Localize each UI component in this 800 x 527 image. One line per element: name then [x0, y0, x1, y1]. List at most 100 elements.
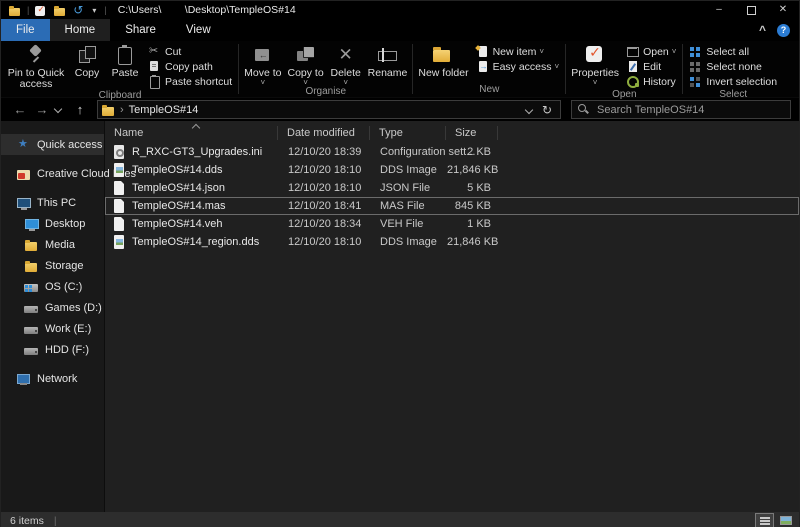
cloud-folder-icon — [16, 167, 32, 181]
tab-share[interactable]: Share — [110, 19, 171, 41]
sidebar-item-quick-access[interactable]: Quick access — [1, 134, 104, 155]
sidebar-item-label: OS (C:) — [45, 281, 82, 293]
ribbon-button-label: Edit — [643, 61, 661, 73]
file-name-cell: TempleOS#14_region.dds — [106, 235, 279, 250]
pin-icon — [24, 43, 48, 67]
tab-file[interactable]: File — [1, 19, 50, 41]
properties-icon — [583, 43, 607, 67]
column-header-label: Size — [455, 127, 476, 139]
sidebar-item-label: Work (E:) — [45, 323, 91, 335]
tab-view[interactable]: View — [171, 19, 226, 41]
details-view-button[interactable] — [755, 513, 774, 527]
sidebar-item-creative-cloud-files[interactable]: Creative Cloud Files — [1, 163, 104, 184]
recent-locations-chevron-icon[interactable] — [54, 104, 62, 112]
column-header-size[interactable]: Size — [446, 126, 498, 140]
address-dropdown-chevron-icon[interactable] — [525, 105, 533, 113]
rename-icon — [376, 43, 400, 67]
size-cell: 1 KB — [447, 218, 499, 230]
column-header-date-modified[interactable]: Date modified — [278, 126, 370, 140]
sidebar-item-games-d[interactable]: Games (D:) — [1, 297, 104, 318]
breadcrumb[interactable]: › TempleOS#14 ↻ — [97, 100, 561, 119]
undo-icon[interactable]: ↺ — [72, 4, 84, 17]
type-cell: Configuration sett... — [371, 146, 447, 158]
os-drive-icon — [24, 280, 40, 294]
sidebar-item-desktop[interactable]: Desktop — [1, 213, 104, 234]
large-icons-view-button[interactable] — [777, 513, 796, 527]
drive-icon — [24, 322, 40, 336]
toolbar-customize-chevron-icon[interactable]: ▾ — [89, 4, 99, 17]
table-row-r-rxc-gt3-upgrades-ini[interactable]: R_RXC-GT3_Upgrades.ini12/10/20 18:39Conf… — [105, 143, 799, 161]
forward-button[interactable]: → — [31, 102, 53, 117]
invert-selection-button[interactable]: Invert selection — [685, 74, 781, 89]
new-folder-button[interactable]: New folder — [415, 41, 471, 79]
paste-shortcut-button[interactable]: Paste shortcut — [144, 74, 236, 89]
pin-to-quick-access-button[interactable]: Pin to Quick access — [4, 41, 68, 90]
doc-img-icon — [113, 235, 126, 250]
table-row-templeos-14-veh[interactable]: TempleOS#14.veh12/10/20 18:34VEH File1 K… — [105, 215, 799, 233]
toolbar-divider: | — [27, 5, 29, 15]
star-icon — [16, 138, 32, 152]
delete-button[interactable]: Delete˅ — [327, 41, 365, 86]
table-row-templeos-14-region-dds[interactable]: TempleOS#14_region.dds12/10/20 18:10DDS … — [105, 233, 799, 251]
ribbon-group-divider — [682, 44, 683, 94]
tab-label: File — [16, 24, 35, 36]
column-header-type[interactable]: Type — [370, 126, 446, 140]
cut-button[interactable]: Cut — [144, 44, 236, 59]
minimize-button[interactable]: – — [703, 1, 735, 19]
rename-button[interactable]: Rename — [365, 41, 411, 79]
sidebar-item-hdd-f[interactable]: HDD (F:) — [1, 339, 104, 360]
content-area: Quick access Creative Cloud Files This PC D… — [1, 121, 799, 512]
table-row-templeos-14-mas[interactable]: TempleOS#14.mas12/10/20 18:41MAS File845… — [105, 197, 799, 215]
delete-icon — [334, 43, 358, 67]
ribbon-tab-strip: File HomeShareView ^ ? — [1, 19, 799, 41]
paste-button[interactable]: Paste — [106, 41, 144, 79]
back-button[interactable]: ← — [9, 102, 31, 117]
file-name-cell: R_RXC-GT3_Upgrades.ini — [106, 145, 279, 160]
column-headers: NameDate modifiedTypeSize — [105, 123, 799, 143]
move-to-button[interactable]: Move to˅ — [241, 41, 284, 86]
tab-home[interactable]: Home — [50, 19, 111, 41]
easy-access-button[interactable]: Easy access ˅ — [472, 59, 564, 74]
quick-toolbar-new-folder-icon[interactable] — [53, 4, 67, 17]
copy-icon — [75, 43, 99, 67]
select-none-button[interactable]: Select none — [685, 59, 781, 74]
ribbon-group-organise: Move to˅Copy to˅Delete˅Rename Organise — [241, 41, 410, 97]
sidebar-item-media[interactable]: Media — [1, 234, 104, 255]
up-button[interactable]: ↑ — [69, 102, 91, 117]
ribbon-button-label: Easy access — [493, 61, 552, 73]
easy-access-icon — [476, 60, 490, 73]
ribbon-group-label: Organise — [241, 86, 410, 99]
table-row-templeos-14-json[interactable]: TempleOS#14.json12/10/20 18:10JSON File5… — [105, 179, 799, 197]
copy-button[interactable]: Copy — [68, 41, 106, 79]
properties-button[interactable]: Properties˅ — [568, 41, 622, 86]
collapse-ribbon-chevron-icon[interactable]: ^ — [759, 23, 766, 37]
open-button[interactable]: Open ˅ — [622, 44, 680, 59]
sidebar-item-this-pc[interactable]: This PC — [1, 192, 104, 213]
maximize-button[interactable] — [735, 1, 767, 19]
this-pc-icon — [16, 196, 32, 210]
history-button[interactable]: History — [622, 74, 680, 89]
date-modified-cell: 12/10/20 18:39 — [279, 146, 371, 158]
quick-toolbar-properties-icon[interactable] — [34, 4, 48, 17]
search-input[interactable] — [595, 103, 769, 117]
edit-button[interactable]: Edit — [622, 59, 680, 74]
dropdown-chevron-icon: ˅ — [672, 48, 677, 55]
refresh-icon[interactable]: ↻ — [542, 103, 552, 117]
sidebar-item-label: Desktop — [45, 218, 85, 230]
sidebar-item-os-c[interactable]: OS (C:) — [1, 276, 104, 297]
new-item-button[interactable]: New item ˅ — [472, 44, 564, 59]
breadcrumb-current-folder[interactable]: TempleOS#14 — [129, 104, 199, 116]
breadcrumb-folder-icon — [102, 104, 115, 116]
help-icon[interactable]: ? — [777, 24, 790, 37]
copy-to-button[interactable]: Copy to˅ — [284, 41, 326, 86]
sidebar-item-work-e[interactable]: Work (E:) — [1, 318, 104, 339]
close-button[interactable]: ✕ — [767, 1, 799, 19]
sidebar-item-storage[interactable]: Storage — [1, 255, 104, 276]
copy-path-button[interactable]: Copy path — [144, 59, 236, 74]
search-box[interactable] — [571, 100, 791, 119]
size-cell: 845 KB — [447, 200, 499, 212]
ribbon-button-label: Cut — [165, 46, 181, 58]
select-all-button[interactable]: Select all — [685, 44, 781, 59]
table-row-templeos-14-dds[interactable]: TempleOS#14.dds12/10/20 18:10DDS Image21… — [105, 161, 799, 179]
sidebar-item-network[interactable]: Network — [1, 368, 104, 389]
